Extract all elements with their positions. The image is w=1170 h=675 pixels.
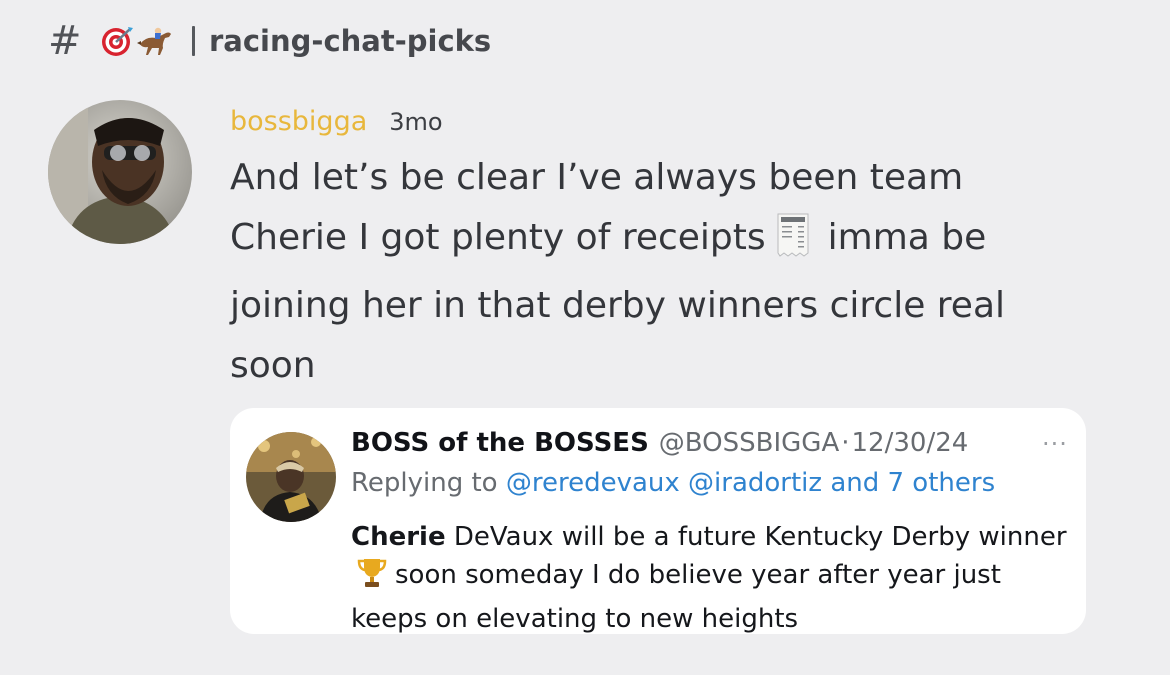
embed-handle[interactable]: @BOSSBIGGA bbox=[659, 428, 839, 458]
channel-emoji bbox=[100, 24, 176, 58]
channel-header: # racing-chat-picks bbox=[48, 18, 491, 64]
embedded-post[interactable]: BOSS of the BOSSES @BOSSBIGGA · 12/30/24… bbox=[230, 408, 1086, 634]
replying-mentions-link[interactable]: @reredevaux @iradortiz and 7 others bbox=[506, 468, 995, 498]
message-header: bossbigga 3mo bbox=[230, 106, 443, 137]
embed-text-bold: Cherie bbox=[351, 522, 446, 552]
replying-prefix: Replying to bbox=[351, 468, 498, 498]
username[interactable]: bossbigga bbox=[230, 106, 367, 137]
hash-icon: # bbox=[48, 18, 82, 64]
replying-to: Replying to @reredevaux @iradortiz and 7… bbox=[351, 468, 995, 498]
embed-text-part1: DeVaux will be a future Kentucky Derby w… bbox=[453, 522, 1067, 552]
embed-date: 12/30/24 bbox=[851, 428, 969, 458]
receipt-icon bbox=[776, 213, 810, 276]
horse-racing-icon bbox=[137, 27, 171, 55]
message-text: And let’s be clear I’ve always been team… bbox=[230, 148, 1080, 396]
user-avatar[interactable] bbox=[48, 100, 192, 244]
embed-text-part2: soon someday I do believe year after yea… bbox=[351, 560, 1001, 634]
channel-name[interactable]: racing-chat-picks bbox=[209, 24, 491, 58]
message-time: 3mo bbox=[389, 108, 443, 136]
header-divider bbox=[192, 26, 195, 56]
embed-display-name[interactable]: BOSS of the BOSSES bbox=[351, 428, 649, 458]
more-options-icon[interactable]: ··· bbox=[1042, 430, 1068, 458]
trophy-icon bbox=[357, 557, 387, 600]
embed-separator: · bbox=[841, 428, 850, 458]
embed-avatar[interactable] bbox=[246, 432, 336, 522]
embed-post-text: Cherie DeVaux will be a future Kentucky … bbox=[351, 518, 1071, 638]
target-icon bbox=[102, 27, 133, 56]
embed-header: BOSS of the BOSSES @BOSSBIGGA · 12/30/24 bbox=[351, 428, 968, 458]
